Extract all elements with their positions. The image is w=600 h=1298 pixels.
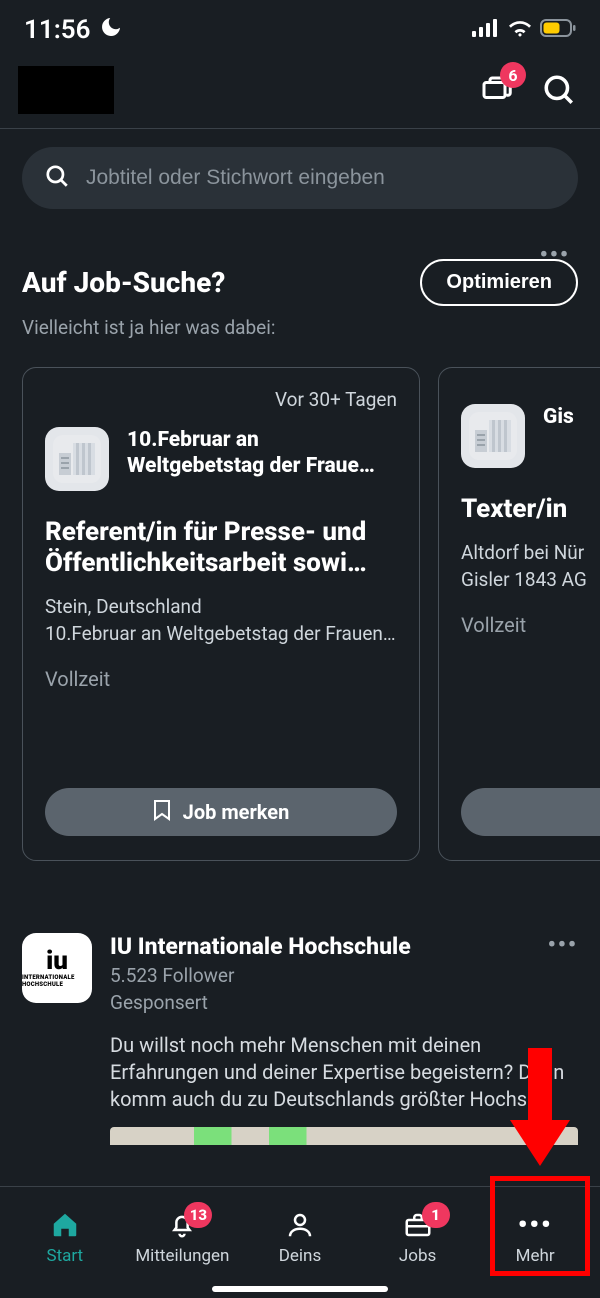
search-button[interactable]	[542, 73, 576, 107]
job-card[interactable]: Gis Texter/in Altdorf bei Nür Gisler 184…	[438, 367, 600, 861]
job-location: Altdorf bei Nür	[461, 541, 600, 564]
notifications-badge: 13	[184, 1202, 212, 1228]
section-title: Auf Job-Suche?	[22, 266, 225, 299]
job-cards-carousel[interactable]: Vor 30+ Tagen 10.Februar an Weltgebetsta…	[0, 339, 600, 861]
jobs-badge: 1	[422, 1202, 450, 1228]
home-icon	[50, 1208, 80, 1242]
search-wrap	[0, 129, 600, 209]
company-name: 10.Februar an Weltgebetstag der Fraue…	[127, 427, 397, 480]
job-card[interactable]: Vor 30+ Tagen 10.Februar an Weltgebetsta…	[22, 367, 420, 861]
bookmark-icon	[153, 799, 171, 826]
moon-icon	[99, 15, 123, 46]
search-input[interactable]	[86, 166, 556, 190]
post-text: Du willst noch mehr Menschen mit deinen …	[110, 1032, 578, 1113]
save-job-button[interactable]	[461, 788, 600, 836]
nav-jobs[interactable]: 1 Jobs	[362, 1208, 474, 1266]
header-actions: 6	[478, 72, 576, 108]
nav-label: Deins	[279, 1246, 321, 1266]
job-section: ••• Auf Job-Suche? Optimieren Vielleicht…	[0, 259, 600, 339]
status-right	[472, 19, 576, 41]
nav-start[interactable]: Start	[9, 1208, 121, 1266]
company-logo	[45, 427, 109, 491]
sponsored-post[interactable]: iu INTERNATIONALE HOCHSCHULE IU Internat…	[0, 933, 600, 1145]
wifi-icon	[508, 19, 532, 41]
job-role: Referent/in für Presse- und Öffentlichke…	[45, 517, 397, 579]
bottom-nav: Start 13 Mitteilungen Deins 1 Jobs ••• M…	[0, 1186, 600, 1298]
job-type: Vollzeit	[45, 667, 397, 691]
post-image	[110, 1127, 578, 1145]
cellular-icon	[472, 19, 500, 41]
messages-button[interactable]: 6	[478, 72, 514, 108]
company-name: Gis	[543, 404, 574, 430]
section-subtitle: Vielleicht ist ja hier was dabei:	[22, 316, 578, 339]
save-job-label: Job merken	[183, 800, 290, 824]
app-header: 6	[0, 56, 600, 128]
job-org: Gisler 1843 AG	[461, 568, 600, 591]
save-job-button[interactable]: Job merken	[45, 788, 397, 836]
status-time: 11:56	[24, 15, 91, 45]
nav-label: Mehr	[516, 1246, 555, 1266]
status-left: 11:56	[24, 15, 123, 46]
nav-label: Mitteilungen	[135, 1246, 229, 1266]
post-followers: 5.523 Follower	[110, 964, 578, 987]
job-org: 10.Februar an Weltgebetstag der Frauen…	[45, 622, 397, 645]
messages-badge: 6	[500, 62, 526, 88]
more-icon: •••	[518, 1208, 553, 1242]
app-logo[interactable]	[18, 66, 114, 114]
home-indicator	[212, 1286, 388, 1292]
post-logo-text: iu	[46, 948, 68, 974]
search-field[interactable]	[22, 147, 578, 209]
post-more-button[interactable]: •••	[548, 933, 578, 958]
nav-more[interactable]: ••• Mehr	[479, 1208, 591, 1266]
battery-icon	[540, 19, 576, 41]
section-more-button[interactable]: •••	[540, 243, 570, 268]
person-icon	[285, 1208, 315, 1242]
job-role: Texter/in	[461, 494, 600, 525]
job-age: Vor 30+ Tagen	[45, 388, 397, 411]
post-logo: iu INTERNATIONALE HOCHSCHULE	[22, 933, 92, 1003]
status-bar: 11:56	[0, 0, 600, 56]
nav-label: Jobs	[399, 1246, 436, 1266]
nav-label: Start	[46, 1246, 83, 1266]
post-logo-sub: INTERNATIONALE HOCHSCHULE	[22, 974, 92, 988]
job-location: Stein, Deutschland	[45, 595, 397, 618]
post-sponsored-label: Gesponsert	[110, 991, 578, 1014]
nav-notifications[interactable]: 13 Mitteilungen	[126, 1208, 238, 1266]
company-logo	[461, 404, 525, 468]
nav-yours[interactable]: Deins	[244, 1208, 356, 1266]
post-title: IU Internationale Hochschule	[110, 933, 411, 960]
search-icon	[44, 163, 70, 193]
job-type: Vollzeit	[461, 613, 600, 637]
